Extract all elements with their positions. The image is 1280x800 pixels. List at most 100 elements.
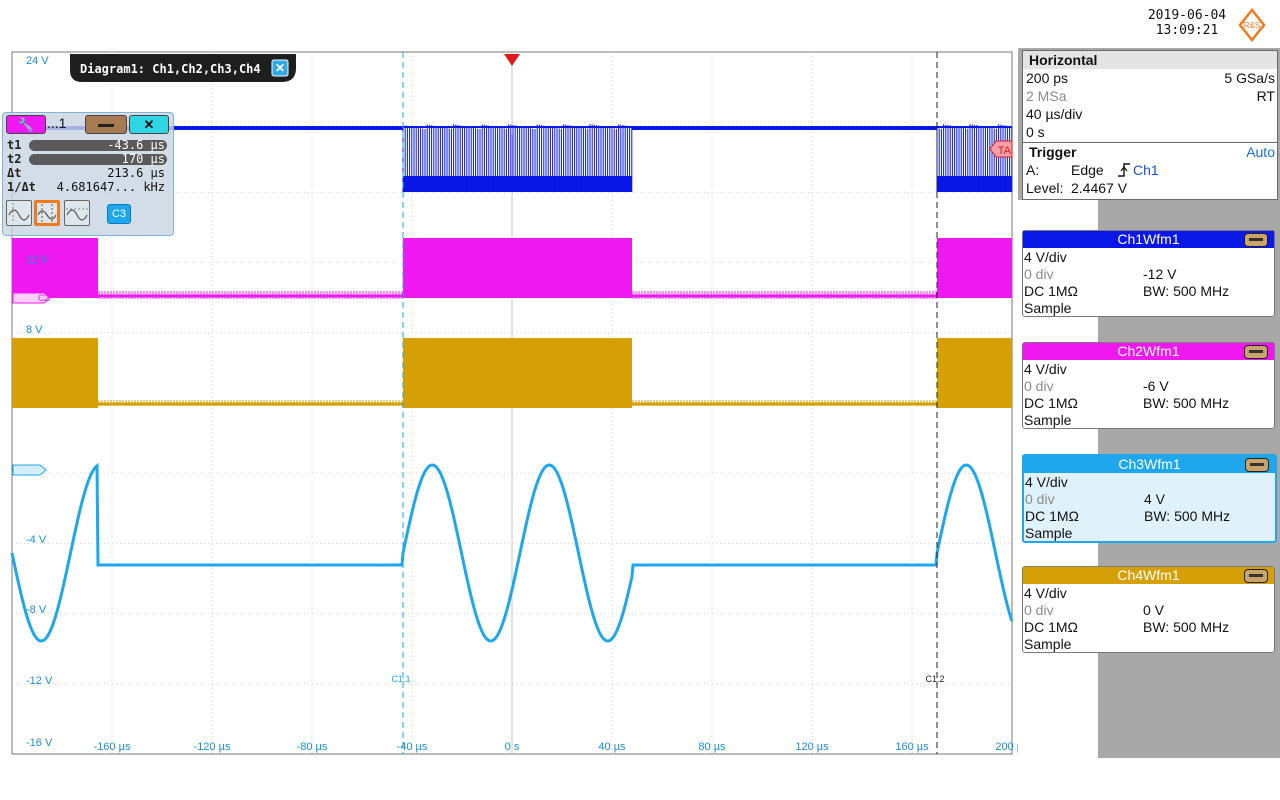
ch2-name: Ch2Wfm1 [1117,343,1180,359]
dt-label: Δt [7,166,22,180]
x-axis-label: -80 µs [297,741,328,753]
ch1-header[interactable]: Ch1Wfm1 [1023,231,1274,248]
ch1-position: 0 div [1024,266,1054,282]
ch1-offset: -12 V [1143,266,1177,282]
cursor-measurement-panel[interactable]: 🔧 ...1 ✕ t1 -43.6 µs t2 170 µs Δt 213.6 … [2,112,174,236]
ch3-scale: 4 V/div [1025,474,1068,490]
dt-row: Δt 213.6 µs [7,167,167,180]
ch1-info-box[interactable]: Ch1Wfm1 4 V/div 0 div -12 V DC 1MΩ BW: 5… [1022,230,1275,317]
rising-edge-icon [1118,163,1130,177]
ch3-header[interactable]: Ch3Wfm1 [1024,456,1275,473]
cursor-2-label: C1.2 [925,674,944,684]
inv-dt-row: 1/Δt 4.681647... kHz [7,181,167,194]
ch4-header[interactable]: Ch4Wfm1 [1023,567,1274,584]
cursor-settings-button[interactable]: 🔧 [6,115,46,134]
ch2-info-box[interactable]: Ch2Wfm1 4 V/div 0 div -6 V DC 1MΩ BW: 50… [1022,342,1275,429]
ch1-acquisition: Sample [1024,300,1072,316]
cursor-vertical-icon [37,204,57,222]
ch2-minimize-button[interactable] [1244,345,1268,359]
trigger-event: A: [1026,162,1040,178]
t1-label: t1 [7,138,22,152]
trigger-box[interactable]: Trigger Auto A: Edge Ch1 Level: 2.4467 V [1022,142,1278,200]
record-length: 2 MSa [1026,88,1067,104]
logo-text: R&S [1244,21,1260,30]
inv-dt-value: 4.681647... kHz [56,180,165,194]
x-axis-label: 80 µs [698,741,726,753]
cursor-panel-title: ...1 [47,115,67,131]
y-axis-label: 24 V [26,55,49,67]
ch1-minimize-button[interactable] [1244,233,1268,247]
x-axis-label: 200 µs [995,741,1018,753]
time-text: 13:09:21 [1155,23,1219,38]
rs-logo: R&S [1238,8,1266,42]
ch4-name: Ch4Wfm1 [1117,567,1180,583]
cursor-type-icon-2[interactable] [34,200,60,226]
minimize-icon [98,124,114,128]
sample-rate: 5 GSa/s [1224,70,1275,86]
ch3-offset: 4 V [1144,491,1166,507]
x-axis-label: 40 µs [598,741,626,753]
ch3-name: Ch3Wfm1 [1118,456,1181,472]
diagram-title: Diagram1: Ch1,Ch2,Ch3,Ch4 [80,62,261,76]
ch3-bandwidth: BW: 500 MHz [1144,508,1231,524]
t2-value: 170 µs [121,152,165,166]
time-scale: 40 µs/div [1026,106,1083,122]
ch4-info-box[interactable]: Ch4Wfm1 4 V/div 0 div 0 V DC 1MΩ BW: 500… [1022,566,1275,653]
trigger-level: 2.4467 V [1071,180,1128,196]
cursor-type-icon-1[interactable] [6,200,32,226]
x-axis-label: 120 µs [795,741,829,753]
ch3-position: 0 div [1025,491,1055,507]
y-axis-label: -12 V [26,675,53,687]
acquisition-mode: RT [1256,88,1275,104]
ch2-acquisition: Sample [1024,412,1072,428]
ch3-coupling: DC 1MΩ [1025,508,1080,524]
t1-value: -43.6 µs [107,138,165,152]
t1-row: t1 -43.6 µs [7,139,167,152]
date-text: 2019-06-04 [1147,8,1227,23]
date-time-display: 2019-06-04 13:09:21 [1140,8,1234,38]
ch2-offset: -6 V [1143,378,1169,394]
y-axis-label: -4 V [26,534,47,546]
side-panel: Horizontal 200 ps 5 GSa/s 2 MSa RT 40 µs… [1018,48,1280,758]
ch2-position: 0 div [1024,378,1054,394]
source-badge[interactable]: C3 [107,204,131,224]
y-axis-label: 12 V [26,254,49,266]
ch3-marker[interactable] [12,464,47,476]
close-button[interactable]: ✕ [129,115,169,134]
x-axis-label: 160 µs [895,741,929,753]
minimize-button[interactable] [85,115,127,134]
ch2-marker[interactable]: C2 [12,292,51,304]
x-axis-label: -40 µs [397,741,428,753]
t2-label: t2 [7,152,22,166]
trigger-mode: Auto [1246,144,1275,160]
ch2-bandwidth: BW: 500 MHz [1143,395,1230,411]
ch4-coupling: DC 1MΩ [1024,619,1079,635]
ch1-scale: 4 V/div [1024,249,1067,265]
dt-value: 213.6 µs [107,166,165,180]
close-icon: ✕ [143,117,155,132]
ch4-scale: 4 V/div [1024,585,1067,601]
t2-row: t2 170 µs [7,153,167,166]
horizontal-title: Horizontal [1029,52,1098,68]
cursor-type-icon-3[interactable] [64,200,90,226]
ch4-bandwidth: BW: 500 MHz [1143,619,1230,635]
ch4-minimize-button[interactable] [1244,569,1268,583]
cursor-horizontal-icon [66,208,88,221]
ta-marker-label: TA [998,145,1012,157]
horizontal-position: 0 s [1026,124,1045,140]
trigger-type: Edge [1071,162,1104,178]
close-icon: ✕ [275,61,285,75]
trigger-title: Trigger [1029,144,1077,160]
trigger-level-label: Level: [1026,180,1064,196]
ch4-acquisition: Sample [1024,636,1072,652]
ch3-info-box[interactable]: Ch3Wfm1 4 V/div 0 div 4 V DC 1MΩ BW: 500… [1022,454,1277,543]
diagram-title-tab[interactable]: Diagram1: Ch1,Ch2,Ch3,Ch4 ✕ [70,54,296,82]
y-axis-label: 8 V [26,324,43,336]
ch2-marker-label: C2 [38,293,50,303]
ch3-minimize-button[interactable] [1245,458,1269,472]
horizontal-box[interactable]: Horizontal 200 ps 5 GSa/s 2 MSa RT 40 µs… [1022,50,1278,144]
ch1-coupling: DC 1MΩ [1024,283,1079,299]
trigger-source: Ch1 [1133,162,1159,178]
ch2-header[interactable]: Ch2Wfm1 [1023,343,1274,360]
cursor-wave-icon [8,203,30,223]
